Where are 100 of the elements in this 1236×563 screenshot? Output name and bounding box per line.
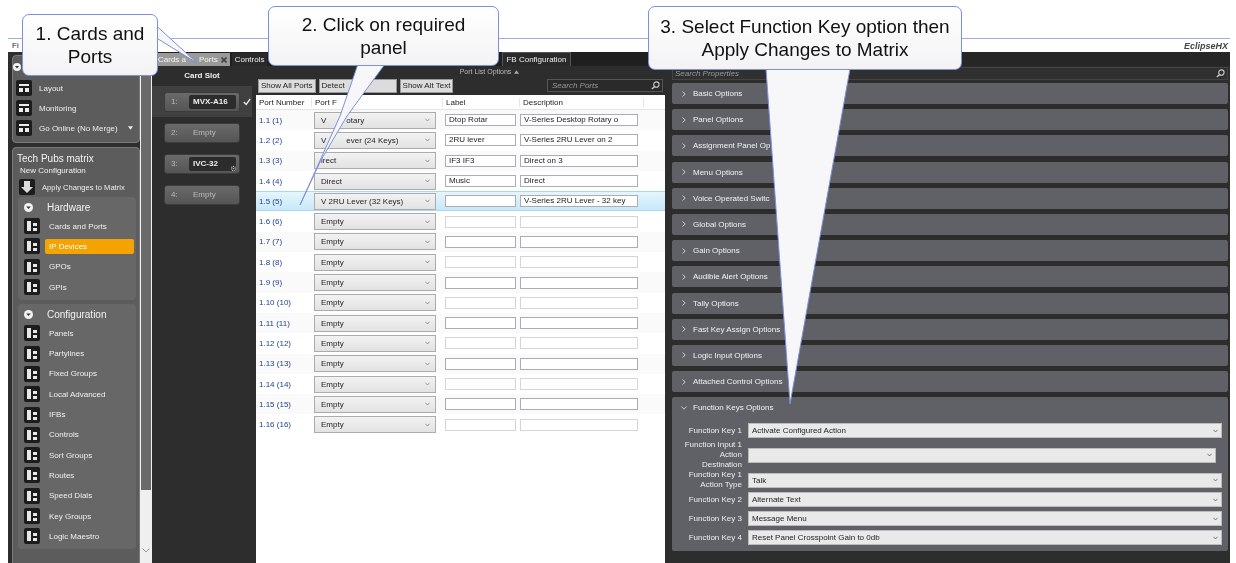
section-title[interactable]: Global Options (693, 219, 746, 229)
search-icon[interactable] (651, 81, 660, 90)
column-header[interactable]: Port Number (256, 97, 312, 107)
chevron-icon[interactable] (682, 116, 686, 123)
description-field[interactable] (520, 418, 638, 431)
label-field[interactable] (445, 235, 516, 248)
nav-item[interactable]: Controls (45, 427, 135, 443)
description-field[interactable] (520, 337, 638, 350)
collapse-arrow-icon[interactable] (24, 310, 33, 320)
table-row[interactable]: 1.12 (12) Empty (256, 333, 665, 354)
nav-item[interactable]: Partylines (45, 346, 135, 362)
port-format-dropdown[interactable]: Empty (314, 395, 436, 413)
tab[interactable]: Controls (231, 53, 268, 66)
table-row[interactable]: 1.5 (5) V 2RU Lever (32 Keys) V-Series 2RU Lever - 32 key (256, 191, 665, 212)
table-row[interactable]: 1.11 (11) Empty (256, 312, 665, 334)
dropdown-field[interactable]: Talk (748, 472, 1222, 488)
port-format-dropdown[interactable]: Empty (314, 274, 436, 291)
chevron-icon[interactable] (682, 90, 686, 97)
label-field[interactable] (445, 378, 516, 390)
label-field[interactable] (445, 337, 516, 350)
chevron-icon[interactable] (682, 195, 686, 202)
port-format-dropdown[interactable]: Empty (314, 416, 436, 434)
section-title[interactable]: Panel Options (693, 115, 744, 125)
description-field[interactable] (520, 378, 638, 390)
description-field[interactable]: V-Series 2RU Lever on 2 (520, 134, 638, 147)
toolbar-button[interactable]: Show Alt Text (399, 78, 454, 93)
nav-item[interactable]: Speed Dials (45, 488, 135, 504)
label-field[interactable]: IF3 IF3 (445, 154, 516, 167)
port-format-dropdown[interactable]: Empty (314, 213, 436, 231)
chevron-icon[interactable] (682, 169, 686, 176)
nav-item[interactable]: GPOs (45, 259, 135, 275)
description-field[interactable] (520, 296, 638, 309)
table-row[interactable]: 1.14 (14) Empty (256, 373, 665, 395)
collapse-arrow-icon[interactable] (13, 63, 21, 71)
dropdown-field[interactable]: Message Menu (748, 511, 1222, 527)
collapse-arrow-icon[interactable] (24, 203, 33, 212)
port-format-dropdown[interactable]: Empty (314, 334, 436, 352)
nav-item[interactable]: Layout (39, 83, 64, 93)
chevron-icon[interactable] (682, 352, 686, 359)
gear-icon[interactable] (230, 164, 237, 172)
table-row[interactable]: 1.9 (9) Empty (256, 272, 665, 293)
section-title[interactable]: Voice Operated Switc (693, 193, 770, 203)
table-row[interactable]: 1.10 (10) Empty (256, 292, 665, 313)
section-title[interactable]: Basic Options (693, 89, 743, 98)
group-title[interactable]: Hardware (47, 202, 91, 213)
label-field[interactable] (445, 276, 516, 289)
table-row[interactable]: 1.15 (15) Empty (256, 394, 665, 415)
port-format-dropdown[interactable]: Empty (314, 233, 436, 251)
description-field[interactable] (520, 276, 638, 289)
port-format-dropdown[interactable]: V 2RU Lever (32 Keys) (314, 192, 436, 210)
section-title[interactable]: Menu Options (693, 167, 743, 177)
table-row[interactable]: 1.2 (2) V ever (24 Keys) 2RU lever V-Series 2RU Lever on 2 (256, 130, 665, 151)
chevron-icon[interactable] (682, 142, 686, 149)
tab[interactable]: FB Configuration (502, 52, 571, 66)
nav-item[interactable]: Monitoring (39, 103, 77, 113)
description-field[interactable] (520, 357, 638, 370)
description-field[interactable]: Direct (520, 175, 638, 188)
label-field[interactable] (445, 418, 516, 431)
table-row[interactable]: 1.8 (8) Empty (256, 252, 665, 273)
chevron-icon[interactable] (682, 378, 686, 385)
dropdown-field[interactable]: Reset Panel Crosspoint Gain to 0db (748, 530, 1222, 546)
port-format-dropdown[interactable]: V otary (314, 111, 436, 129)
table-row[interactable]: 1.7 (7) Empty (256, 231, 665, 253)
description-field[interactable]: V-Series 2RU Lever - 32 key (520, 195, 638, 208)
table-row[interactable]: 1.16 (16) Empty (256, 414, 665, 435)
label-field[interactable]: Music (445, 175, 516, 188)
nav-item[interactable]: Cards and Ports (45, 218, 135, 234)
section-title[interactable]: Gain Options (693, 246, 740, 256)
label-field[interactable] (445, 398, 516, 411)
port-format-dropdown[interactable]: Direct (314, 172, 436, 190)
nav-item[interactable]: Sort Groups (45, 447, 135, 463)
table-row[interactable]: 1.6 (6) Empty (256, 211, 665, 232)
dropdown-field[interactable]: Activate Configured Action (748, 423, 1222, 439)
card-slot-button[interactable]: 4: Empty (164, 184, 240, 205)
section-title[interactable]: Attached Control Options (693, 377, 783, 387)
nav-item[interactable]: Routes (45, 467, 135, 483)
description-field[interactable] (520, 256, 638, 269)
label-field[interactable]: Dtop Rotar (445, 114, 516, 127)
port-format-dropdown[interactable]: Empty (314, 294, 436, 312)
chevron-icon[interactable] (682, 273, 686, 280)
label-field[interactable] (445, 215, 516, 228)
card-slot-button[interactable]: 3: IVC-32 (164, 153, 240, 174)
section-title[interactable]: Audible Alert Options (693, 272, 768, 282)
description-field[interactable]: V-Series Desktop Rotary o (520, 114, 638, 127)
close-icon[interactable] (220, 56, 227, 63)
section-title[interactable]: Assignment Panel Op (693, 141, 771, 151)
label-field[interactable] (445, 357, 516, 370)
table-row[interactable]: 1.1 (1) V otary Dtop Rotar V-Series Desktop Rotary o (256, 110, 665, 131)
table-row[interactable]: 1.4 (4) Direct Music Direct (256, 170, 665, 192)
toolbar-button[interactable]: Show All Ports (258, 78, 316, 93)
section-title[interactable]: Logic Input Options (693, 350, 762, 360)
column-header[interactable]: Description (520, 97, 644, 107)
dropdown-caret-icon[interactable] (127, 126, 133, 130)
section-title[interactable]: Tally Options (693, 298, 739, 308)
port-format-dropdown[interactable]: V ever (24 Keys) (314, 131, 436, 149)
port-format-dropdown[interactable]: Empty (314, 253, 436, 271)
label-field[interactable] (445, 195, 516, 208)
table-row[interactable]: 1.13 (13) Empty (256, 353, 665, 374)
nav-item[interactable]: IFBs (45, 407, 135, 422)
port-format-dropdown[interactable]: Empty (314, 375, 436, 393)
